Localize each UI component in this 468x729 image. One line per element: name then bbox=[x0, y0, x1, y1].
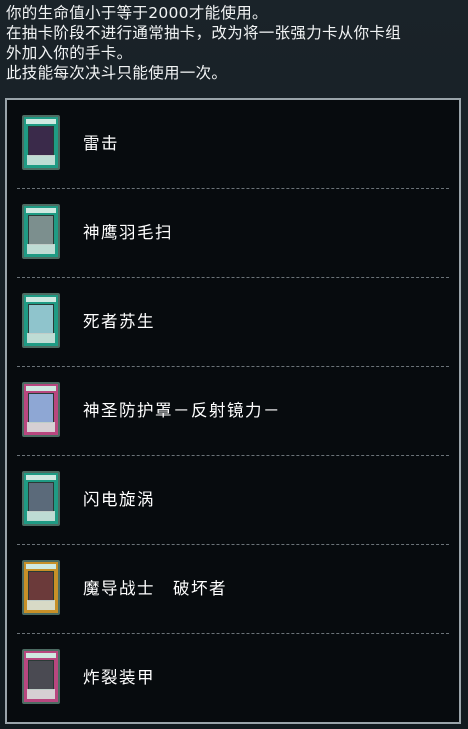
skill-description-line: 此技能每次决斗只能使用一次。 bbox=[6, 64, 228, 82]
card-name: 神鹰羽毛扫 bbox=[83, 223, 173, 242]
skill-description-line: 你的生命值小于等于2000才能使用。 bbox=[6, 4, 268, 22]
sakuretsu-armor-card-art-icon[interactable] bbox=[22, 649, 60, 704]
card-name: 死者苏生 bbox=[83, 312, 155, 331]
card-list[interactable]: 雷击神鹰羽毛扫死者苏生神圣防护罩－反射镜力－ 闪电旋涡魔导战士 破坏者 炸裂装甲 bbox=[5, 98, 461, 724]
card-list-item[interactable]: 闪电旋涡 bbox=[17, 456, 449, 545]
card-list-item[interactable]: 魔导战士 破坏者 bbox=[17, 545, 449, 634]
skill-detail-panel: 你的生命值小于等于2000才能使用。 在抽卡阶段不进行通常抽卡，改为将一张强力卡… bbox=[0, 0, 468, 729]
lightning-bolt-card-art-icon[interactable] bbox=[22, 115, 60, 170]
feather-duster-card-art-icon[interactable] bbox=[22, 204, 60, 259]
mirror-force-card-art-icon[interactable] bbox=[22, 382, 60, 437]
card-name: 神圣防护罩－反射镜力－ bbox=[83, 401, 281, 420]
card-list-item[interactable]: 雷击 bbox=[17, 100, 449, 189]
card-name: 魔导战士 破坏者 bbox=[83, 579, 227, 598]
ankh-card-art-icon[interactable] bbox=[22, 293, 60, 348]
card-name: 雷击 bbox=[83, 134, 119, 153]
card-list-item[interactable]: 炸裂装甲 bbox=[17, 634, 449, 722]
card-list-item[interactable]: 死者苏生 bbox=[17, 278, 449, 367]
card-list-item[interactable]: 神鹰羽毛扫 bbox=[17, 189, 449, 278]
card-list-item[interactable]: 神圣防护罩－反射镜力－ bbox=[17, 367, 449, 456]
skill-description-line: 外加入你的手卡。 bbox=[6, 44, 133, 62]
skill-description-line: 在抽卡阶段不进行通常抽卡，改为将一张强力卡从你卡组 bbox=[6, 24, 402, 42]
lightning-vortex-card-art-icon[interactable] bbox=[22, 471, 60, 526]
skill-description: 你的生命值小于等于2000才能使用。 在抽卡阶段不进行通常抽卡，改为将一张强力卡… bbox=[6, 3, 462, 83]
card-name: 闪电旋涡 bbox=[83, 490, 155, 509]
breaker-magical-warrior-card-art-icon[interactable] bbox=[22, 560, 60, 615]
card-name: 炸裂装甲 bbox=[83, 668, 155, 687]
